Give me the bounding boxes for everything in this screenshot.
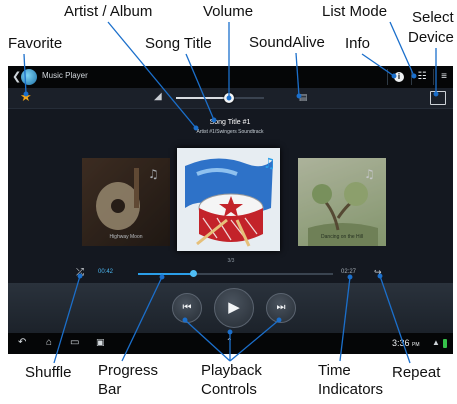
leader-shuffle xyxy=(53,275,81,364)
leader-time-indicators xyxy=(339,276,351,362)
leader-info xyxy=(361,53,395,77)
leader-lines xyxy=(23,21,439,364)
leader-artist-album xyxy=(107,21,197,129)
leader-song-title xyxy=(185,53,215,121)
leader-repeat xyxy=(379,275,411,364)
leader-playback-next xyxy=(229,319,280,362)
leader-progress-bar xyxy=(121,276,163,362)
leader-list-mode xyxy=(389,21,415,77)
leader-soundalive xyxy=(295,52,300,97)
leader-favorite xyxy=(23,53,27,95)
leader-playback-prev xyxy=(184,319,231,362)
